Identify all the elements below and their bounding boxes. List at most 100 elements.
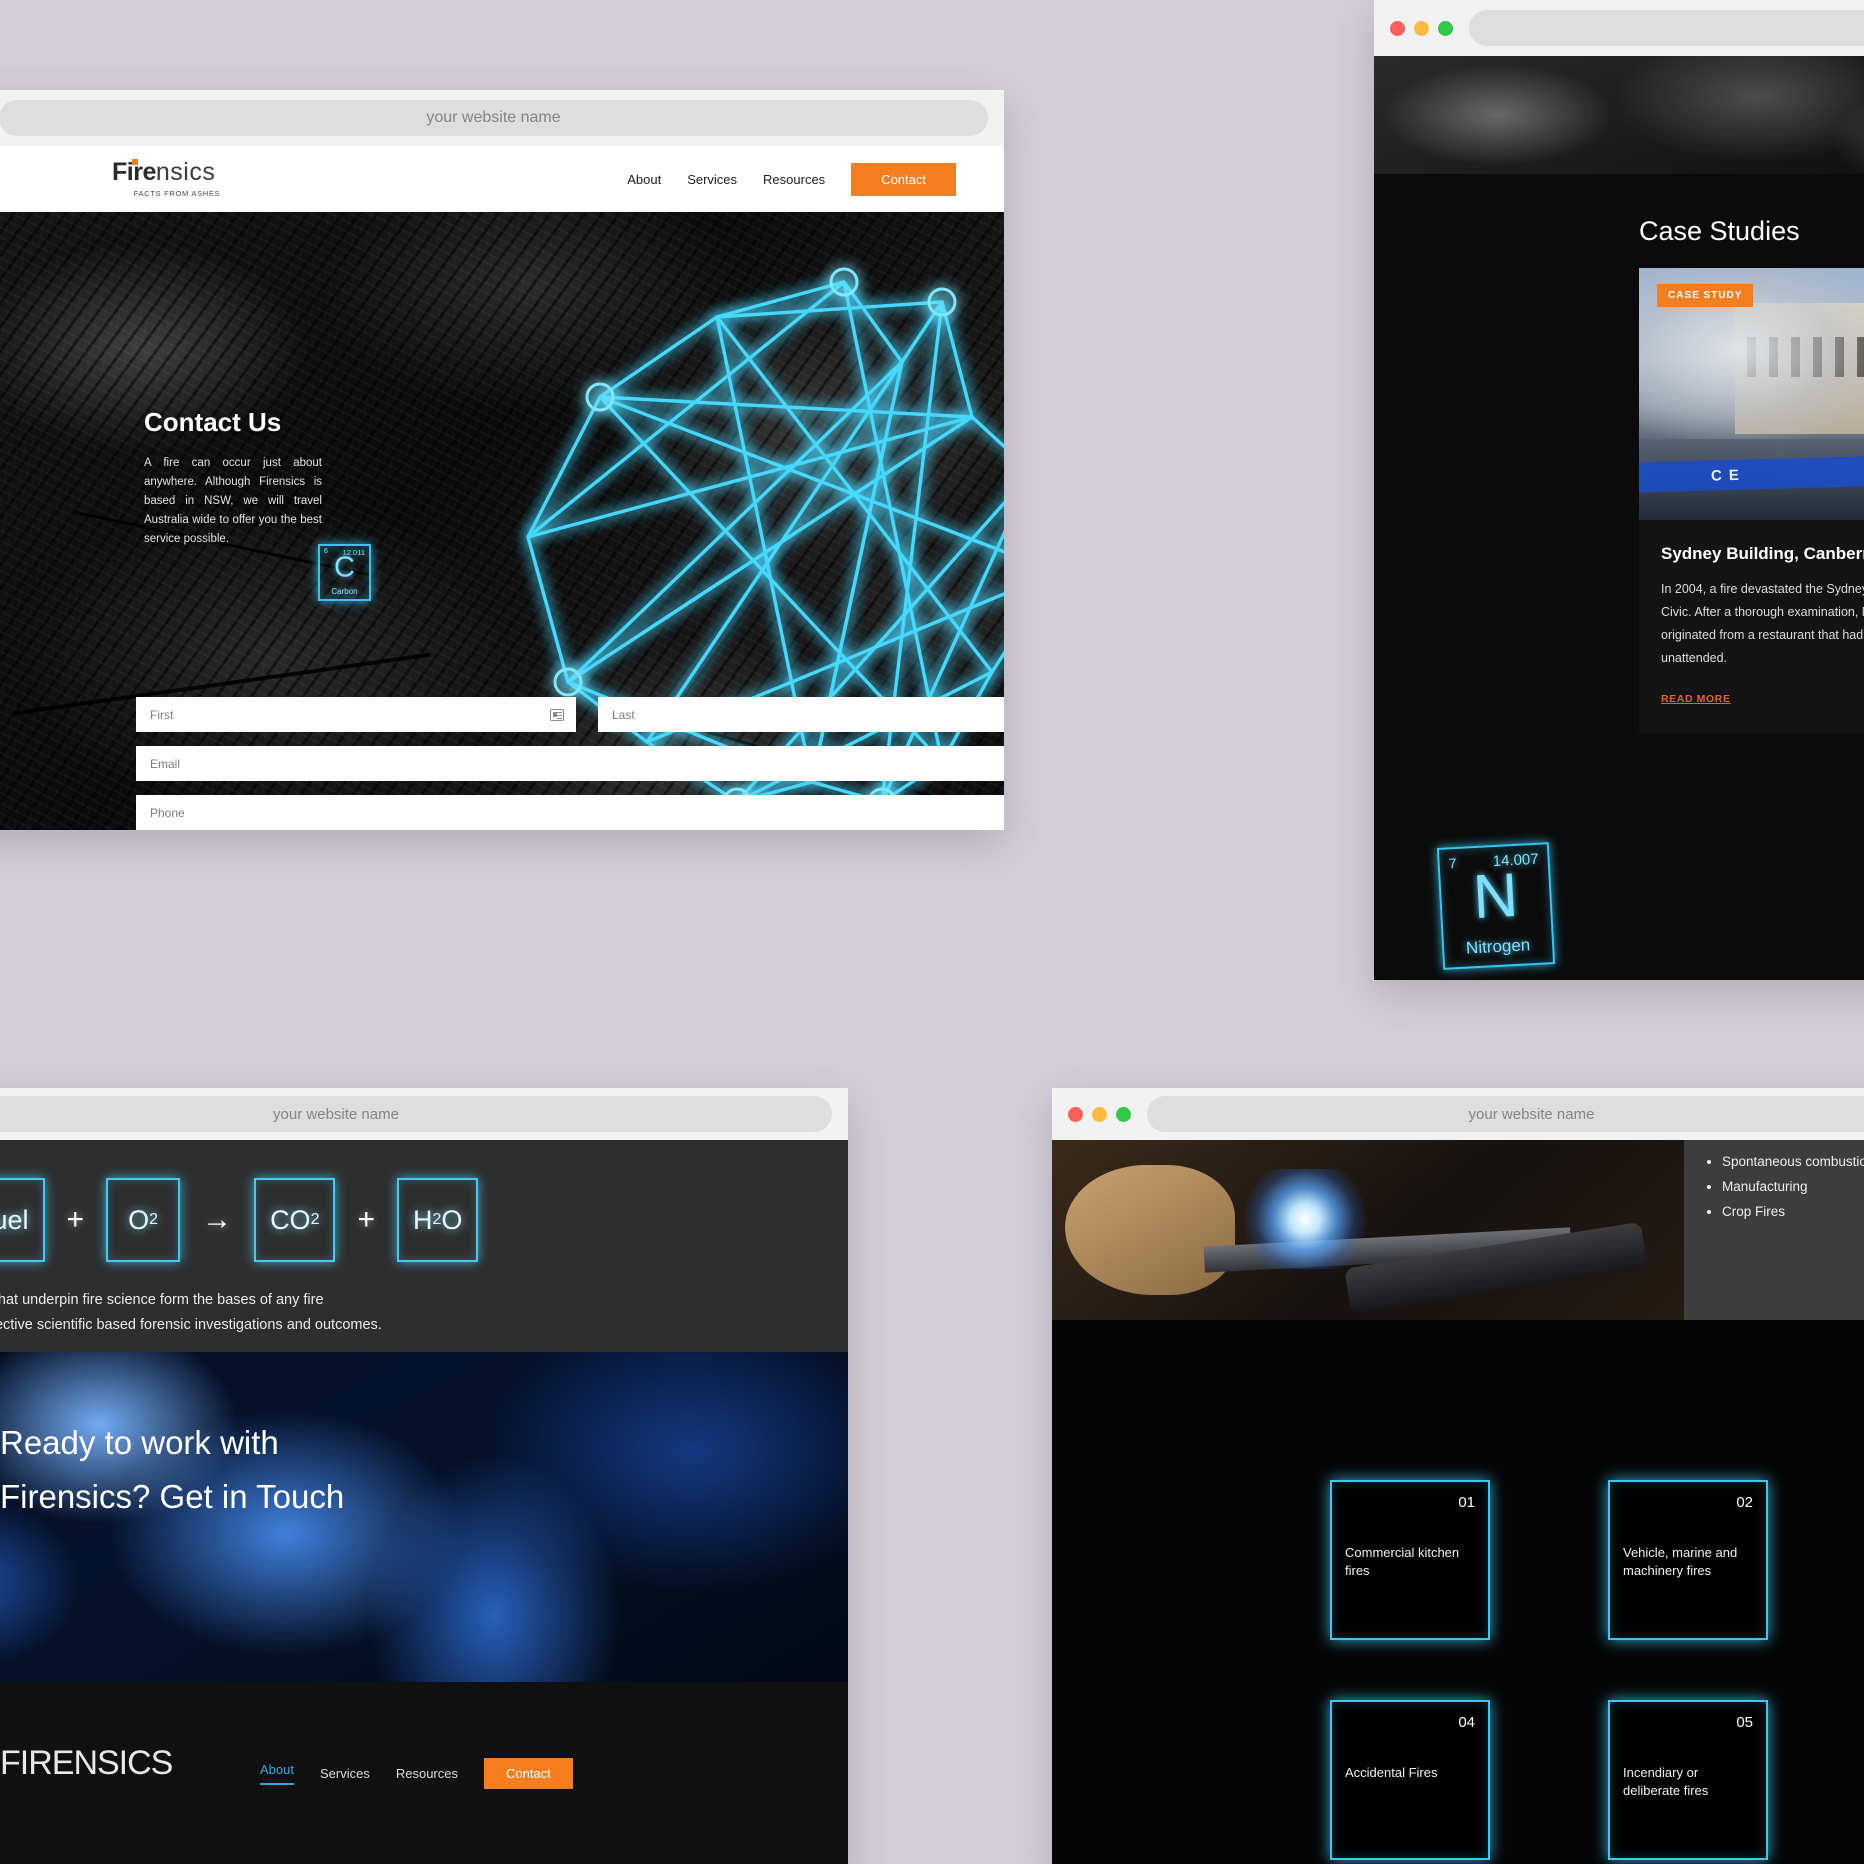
case-study-body: Sydney Building, Canberra In 2004, a fir…	[1639, 520, 1864, 733]
contact-card-icon[interactable]	[550, 708, 564, 721]
form-row-name: First Last	[136, 697, 1004, 732]
equation-arrow-icon: →	[202, 1203, 233, 1236]
page-title: Contact Us	[144, 407, 282, 437]
contact-hero: Contact Us A fire can occur just about a…	[0, 212, 1004, 830]
site-navbar: Firensics FACTS FROM ASHES About Service…	[0, 146, 1004, 212]
service-title: Accidental Fires	[1345, 1765, 1438, 1780]
services-bullet-list: Spontaneous combustion Manufacturing Cro…	[1684, 1140, 1864, 1320]
last-name-input[interactable]: Last	[598, 697, 1004, 732]
footer-nav-services[interactable]: Services	[320, 1766, 370, 1781]
blue-flame-section: Ready to work with Firensics? Get in Tou…	[0, 1352, 848, 1682]
minimize-button-icon[interactable]	[1092, 1106, 1107, 1122]
nav-links: About Services Resources Contact	[627, 162, 956, 196]
first-name-placeholder: First	[150, 707, 174, 722]
list-item: Manufacturing	[1722, 1175, 1864, 1200]
browser-chrome	[1374, 0, 1864, 56]
glove-shape	[1064, 1165, 1235, 1296]
tape-text-left: CE	[1710, 466, 1747, 485]
logo-tagline: FACTS FROM ASHES	[133, 189, 221, 198]
service-box-05[interactable]: 05 Incendiary or deliberate fires	[1608, 1700, 1768, 1860]
service-title: Vehicle, marine and machinery fires	[1623, 1545, 1738, 1578]
cta-line-1: Ready to work with	[0, 1424, 279, 1461]
close-button-icon[interactable]	[1390, 20, 1405, 36]
service-number: 02	[1736, 1494, 1753, 1511]
weld-spark-glow	[1239, 1169, 1370, 1270]
hero-copy: Contact Us A fire can occur just about a…	[144, 407, 322, 549]
window-controls[interactable]	[1390, 20, 1453, 36]
phone-input[interactable]: Phone	[136, 795, 1004, 830]
logo-part-two: nsics	[155, 158, 216, 186]
contact-form: First Last Email Phone Company Message S…	[136, 697, 1004, 830]
address-bar[interactable]: your website name	[1147, 1096, 1864, 1132]
footer-contact-button[interactable]: Contact	[483, 1758, 573, 1789]
service-number: 04	[1458, 1714, 1475, 1731]
case-study-heading: Sydney Building, Canberra	[1661, 544, 1864, 563]
browser-window-contact: your website name Firensics FACTS FROM A…	[0, 90, 1004, 830]
nav-item-resources[interactable]: Resources	[763, 172, 825, 187]
case-studies-page: Case Studies CE FIR CASE STUDY Sydney Bu…	[1374, 56, 1864, 980]
site-logo[interactable]: Firensics FACTS FROM ASHES	[112, 158, 242, 198]
nav-item-services[interactable]: Services	[687, 172, 737, 187]
nav-item-about[interactable]: About	[627, 172, 661, 187]
email-placeholder: Email	[150, 756, 181, 771]
logo-wordmark: Firensics	[112, 158, 216, 186]
equation-term-h2o: H2O	[397, 1178, 479, 1262]
close-button-icon[interactable]	[1068, 1106, 1083, 1122]
combustion-equation: Fuel + O2 → CO2 + H2O	[0, 1178, 848, 1262]
logo-dot-icon	[132, 159, 138, 165]
equation-plus-2: +	[357, 1203, 375, 1236]
window-controls[interactable]	[1068, 1106, 1131, 1122]
science-paragraph-line-1: The knowledge and principles that underp…	[0, 1292, 324, 1308]
service-box-04[interactable]: 04 Accidental Fires	[1330, 1700, 1490, 1860]
footer-logo[interactable]: FIRENSICS	[0, 1744, 173, 1783]
cta-line-2: Firensics? Get in Touch	[0, 1478, 345, 1515]
service-title: Incendiary or deliberate fires	[1623, 1765, 1709, 1798]
cta-copy: Ready to work with Firensics? Get in Tou…	[0, 1424, 344, 1516]
browser-window-science: your website name Fuel + O2 → CO2 + H2O …	[0, 1088, 848, 1864]
browser-chrome: your website name	[0, 1088, 848, 1140]
equation-term-fuel: Fuel	[0, 1178, 45, 1262]
element-symbol: C	[334, 551, 355, 584]
last-name-placeholder: Last	[612, 707, 635, 722]
address-bar[interactable]: your website name	[0, 100, 988, 136]
service-number: 05	[1736, 1714, 1753, 1731]
science-paragraph-line-2: investigation. We only offer objective s…	[0, 1317, 382, 1334]
nitrogen-element-badge: 7 14.007 N Nitrogen	[1436, 842, 1556, 970]
maximize-button-icon[interactable]	[1116, 1106, 1131, 1122]
phone-placeholder: Phone	[150, 805, 185, 820]
read-more-link[interactable]: READ MORE	[1661, 693, 1731, 705]
services-grid: 01 Commercial kitchen fires 02 Vehicle, …	[1330, 1480, 1768, 1860]
hero-paragraph: A fire can occur just about anywhere. Al…	[144, 457, 322, 545]
browser-window-case-studies: Case Studies CE FIR CASE STUDY Sydney Bu…	[1374, 0, 1864, 980]
footer-nav-about[interactable]: About	[260, 1762, 294, 1785]
address-bar[interactable]: your website name	[0, 1096, 832, 1132]
equation-term-o2: O2	[106, 1178, 181, 1262]
footer-nav: About Services Resources Contact	[260, 1758, 573, 1789]
combustion-equation-section: Fuel + O2 → CO2 + H2O The knowledge and …	[0, 1140, 848, 1352]
science-paragraph: The knowledge and principles that underp…	[0, 1262, 848, 1339]
service-box-01[interactable]: 01 Commercial kitchen fires	[1330, 1480, 1490, 1640]
services-grid-section: 01 Commercial kitchen fires 02 Vehicle, …	[1052, 1320, 1864, 1864]
browser-chrome: your website name	[0, 90, 1004, 146]
case-study-text: In 2004, a fire devastated the Sydney Bu…	[1661, 582, 1864, 666]
page-banner-image	[1374, 56, 1864, 174]
case-study-badge: CASE STUDY	[1657, 284, 1754, 307]
first-name-input[interactable]: First	[136, 697, 576, 732]
case-study-card[interactable]: CE FIR CASE STUDY Sydney Building, Canbe…	[1639, 268, 1864, 733]
list-item: Spontaneous combustion	[1722, 1150, 1864, 1175]
element-name: Carbon	[331, 587, 358, 596]
nav-contact-button[interactable]: Contact	[851, 162, 956, 196]
service-title: Commercial kitchen fires	[1345, 1545, 1460, 1578]
equation-term-co2: CO 2	[254, 1178, 336, 1262]
browser-window-services: your website name Spontaneous combustion…	[1052, 1088, 1864, 1864]
minimize-button-icon[interactable]	[1414, 20, 1429, 36]
element-name: Nitrogen	[1465, 935, 1531, 958]
address-bar[interactable]	[1469, 10, 1864, 46]
service-box-02[interactable]: 02 Vehicle, marine and machinery fires	[1608, 1480, 1768, 1640]
services-banner: Spontaneous combustion Manufacturing Cro…	[1052, 1140, 1864, 1320]
email-input[interactable]: Email	[136, 746, 1004, 781]
section-title: Case Studies	[1639, 216, 1800, 246]
list-item: Crop Fires	[1722, 1200, 1864, 1225]
footer-nav-resources[interactable]: Resources	[396, 1766, 458, 1781]
maximize-button-icon[interactable]	[1438, 20, 1453, 36]
